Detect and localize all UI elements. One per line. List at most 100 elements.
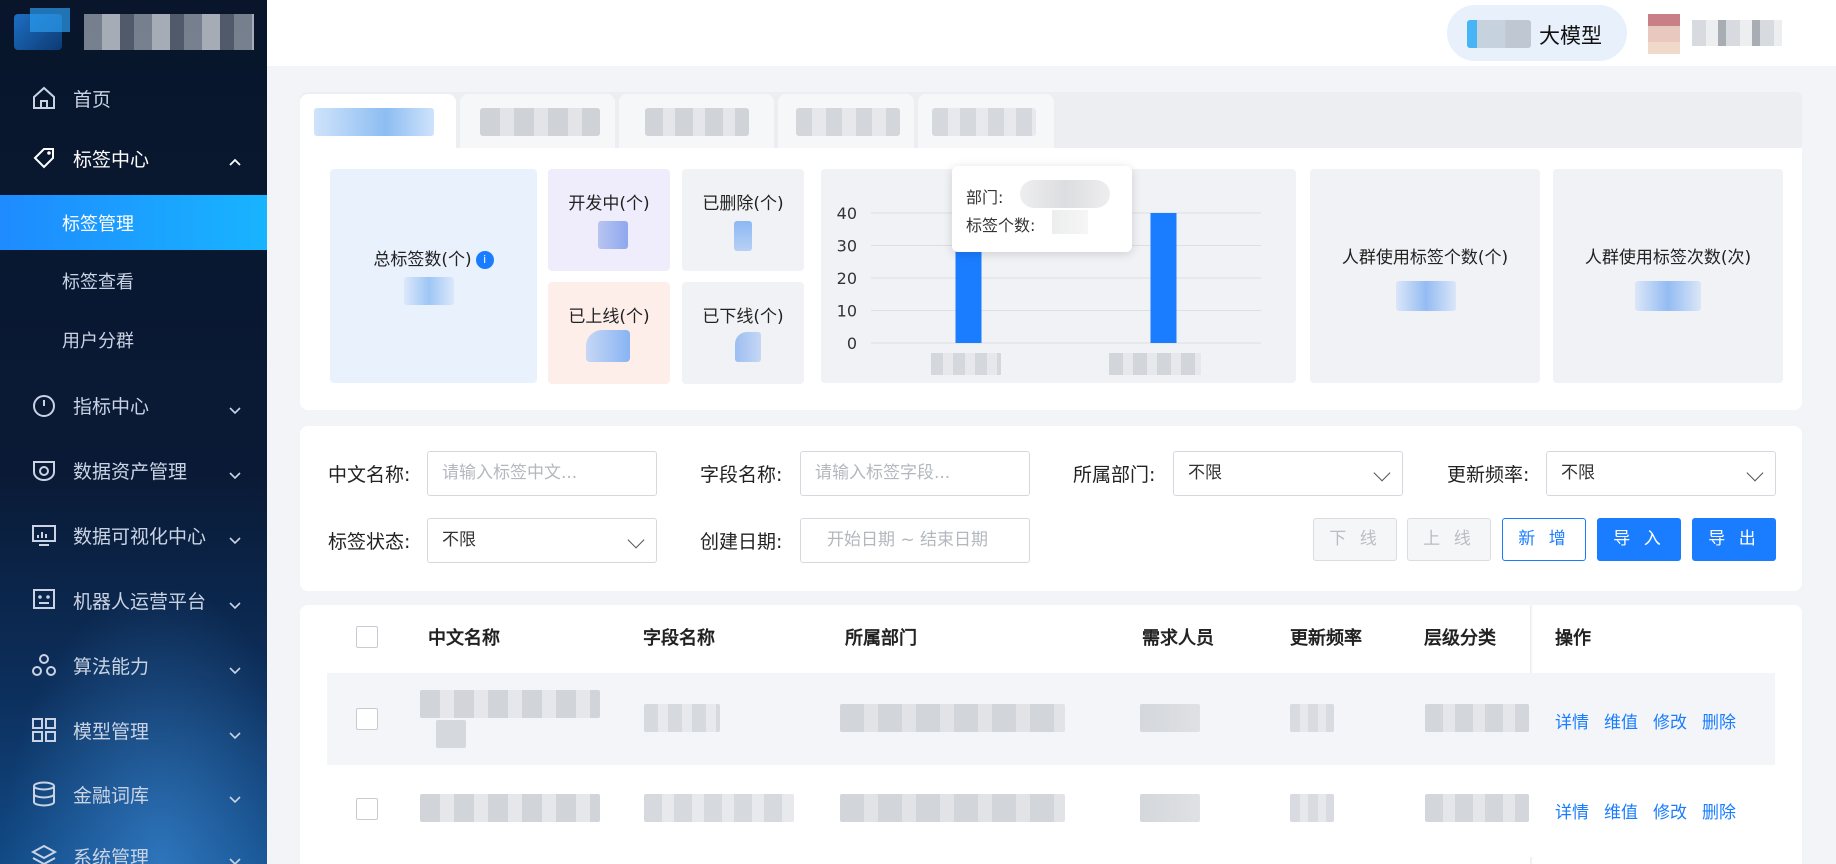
dept-select[interactable]: 不限 [1173,451,1403,496]
chevron-down-icon [229,850,241,864]
cell-cn-name-line2 [436,720,466,748]
chevron-down-icon [229,399,241,415]
dimension-link[interactable]: 维值 [1604,798,1638,823]
cell-field-name [644,794,794,822]
sidebar-item-data-assets[interactable]: 数据资产管理 [0,440,267,500]
grid-icon [30,716,58,744]
dept-select-value: 不限 [1188,463,1222,483]
crowd-tags-card: 人群使用标签个数(个) [1310,169,1540,383]
status-select[interactable]: 不限 [427,518,657,563]
tag-icon [30,144,58,172]
developing-card: 开发中(个) [548,169,670,271]
user-menu[interactable] [1648,14,1788,54]
tab-strip [300,92,1802,148]
online-button[interactable]: 上 线 [1407,518,1491,561]
chevron-down-icon [627,531,645,549]
export-button[interactable]: 导 出 [1692,518,1776,561]
sidebar-item-label: 算法能力 [73,655,150,678]
date-range-picker[interactable]: 开始日期 ~ 结束日期 [800,518,1030,563]
top-bar: 大模型 [267,0,1836,66]
online-card: 已上线(个) [548,282,670,384]
freq-label: 更新频率: [1447,464,1530,486]
cn-name-label: 中文名称: [328,464,411,486]
offline-button[interactable]: 下 线 [1313,518,1397,561]
delete-link[interactable]: 删除 [1702,708,1736,733]
sidebar-item-system-management[interactable]: 系统管理 [0,826,267,864]
delete-link[interactable]: 删除 [1702,798,1736,823]
field-name-label: 字段名称: [700,464,783,486]
detail-link[interactable]: 详情 [1555,798,1589,823]
tab-1[interactable] [300,94,456,148]
edit-link[interactable]: 修改 [1653,798,1687,823]
cell-level [1425,704,1529,732]
cell-level [1425,794,1529,822]
y-tick-label: 10 [837,302,857,321]
row-checkbox[interactable] [356,798,378,820]
sidebar-item-metrics[interactable]: 指标中心 [0,375,267,435]
y-tick-label: 20 [837,269,857,288]
sidebar-item-robot-ops[interactable]: 机器人运营平台 [0,570,267,630]
tab-2[interactable] [460,94,615,148]
cn-name-input[interactable]: 请输入标签中文... [427,451,657,496]
sidebar-item-label: 标签中心 [73,148,150,171]
col-header-cn-name: 中文名称 [428,628,500,649]
asset-icon [30,456,58,484]
col-header-frequency: 更新频率 [1290,628,1362,649]
sidebar-item-visualization[interactable]: 数据可视化中心 [0,505,267,565]
tab-3[interactable] [619,94,774,148]
sidebar-item-algorithm[interactable]: 算法能力 [0,635,267,695]
offline-value [735,332,761,362]
sidebar-item-label: 首页 [73,88,112,111]
date-label: 创建日期: [700,531,783,553]
edit-link[interactable]: 修改 [1653,708,1687,733]
model-entry-button[interactable]: 大模型 [1447,5,1627,61]
info-icon[interactable]: i [475,251,494,269]
field-name-input[interactable]: 请输入标签字段... [800,451,1030,496]
layers-icon [30,842,58,864]
online-value [586,330,630,362]
total-tags-value [404,277,454,305]
deleted-card: 已删除(个) [682,169,804,271]
chevron-down-icon [1373,464,1391,482]
deleted-value [734,221,752,251]
chevron-down-icon [229,529,241,545]
dept-label: 所属部门: [1073,464,1156,486]
offline-label: 已下线(个) [702,307,784,327]
developing-value [598,221,628,249]
cell-frequency [1290,794,1334,822]
dimension-link[interactable]: 维值 [1604,708,1638,733]
select-all-checkbox[interactable] [356,626,378,648]
tab-5[interactable] [918,94,1054,148]
total-tags-label: 总标签数(个) [373,250,472,270]
freq-select[interactable]: 不限 [1546,451,1776,496]
sidebar-item-tag-center[interactable]: 标签中心 [0,128,267,188]
sidebar-item-home[interactable]: 首页 [0,68,267,128]
sidebar-subitem-user-segment[interactable]: 用户分群 [0,313,267,367]
import-button[interactable]: 导 入 [1597,518,1681,561]
bar[interactable] [1150,213,1177,343]
x-tick-label-2-blurred [1109,353,1201,375]
developing-label: 开发中(个) [568,194,650,214]
tab-4[interactable] [778,94,914,148]
sidebar-subitem-label: 用户分群 [62,331,134,352]
sidebar-item-finance-lexicon[interactable]: 金融词库 [0,764,267,824]
crowd-tags-label: 人群使用标签个数(个) [1341,248,1509,268]
y-tick-label: 30 [837,237,857,256]
row-checkbox[interactable] [356,708,378,730]
crowd-times-label: 人群使用标签次数(次) [1584,248,1752,268]
col-header-level: 层级分类 [1424,628,1496,649]
tooltip-count-label: 标签个数: [966,216,1036,235]
sidebar-subitem-tag-management[interactable]: 标签管理 [0,195,267,250]
sidebar: 首页 标签中心 标签管理 标签查看 用户分群 指标中心 数据资产管理 数据可视化… [0,0,267,864]
algorithm-icon [30,651,58,679]
sidebar-item-model-management[interactable]: 模型管理 [0,700,267,760]
chart-tooltip: 部门: 标签个数: [952,166,1132,252]
cell-dept [840,794,1065,822]
add-button[interactable]: 新 增 [1502,518,1586,561]
monitor-icon [30,521,58,549]
sidebar-subitem-tag-view[interactable]: 标签查看 [0,254,267,308]
brand-label: 大模型 [1539,24,1602,48]
sidebar-item-label: 系统管理 [73,846,150,864]
detail-link[interactable]: 详情 [1555,708,1589,733]
deleted-label: 已删除(个) [702,194,784,214]
